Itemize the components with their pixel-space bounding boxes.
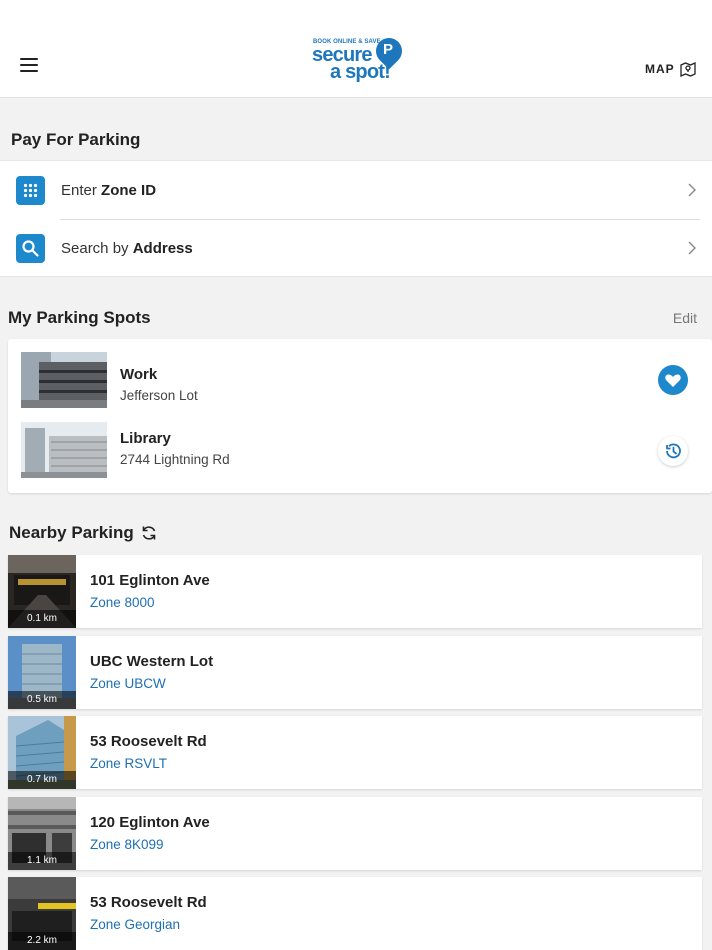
distance-badge: 0.1 km: [8, 610, 76, 628]
nearby-parking-title: Nearby Parking: [9, 523, 158, 543]
hamburger-menu-icon[interactable]: [20, 58, 40, 76]
logo-badge-letter: P: [383, 41, 394, 58]
parking-photo: 2.2 km: [8, 877, 76, 950]
nearby-parking-item[interactable]: 0.1 km 101 Eglinton Ave Zone 8000: [8, 555, 702, 628]
map-button[interactable]: MAP: [645, 61, 696, 77]
spot-name: Work: [120, 366, 158, 383]
parking-spot-item[interactable]: Work Jefferson Lot: [8, 345, 712, 415]
logo-word-aspot: a spot!: [330, 61, 391, 83]
parking-zone: Zone 8000: [90, 595, 155, 610]
nearby-parking-item[interactable]: 0.5 km UBC Western Lot Zone UBCW: [8, 636, 702, 709]
parking-zone: Zone 8K099: [90, 837, 164, 852]
pay-for-parking-title: Pay For Parking: [11, 130, 141, 149]
enter-zone-id-label: Enter Zone ID: [61, 182, 157, 199]
my-parking-spots-title: My Parking Spots: [8, 308, 151, 327]
parking-name: UBC Western Lot: [90, 653, 214, 670]
my-parking-spots-card: Work Jefferson Lot Library 2744 Lightnin…: [8, 339, 712, 493]
spot-photo: [21, 422, 107, 478]
pay-for-parking-card: Enter Zone ID Search by Address: [0, 160, 712, 277]
parking-name: 53 Roosevelt Rd: [90, 733, 207, 750]
parking-photo: 1.1 km: [8, 797, 76, 870]
parking-spot-item[interactable]: Library 2744 Lightning Rd: [8, 415, 712, 485]
app-logo: BOOK ONLINE & SAVE secure a spot! P: [310, 32, 408, 88]
heart-icon[interactable]: [658, 365, 688, 395]
parking-name: 101 Eglinton Ave: [90, 572, 210, 589]
history-icon[interactable]: [658, 436, 688, 466]
spot-location: 2744 Lightning Rd: [120, 452, 230, 467]
edit-spots-button[interactable]: Edit: [673, 310, 697, 326]
parking-name: 53 Roosevelt Rd: [90, 894, 207, 911]
distance-badge: 2.2 km: [8, 932, 76, 950]
distance-badge: 1.1 km: [8, 852, 76, 870]
search-icon: [16, 234, 45, 263]
nearby-parking-item[interactable]: 0.7 km 53 Roosevelt Rd Zone RSVLT: [8, 716, 702, 789]
app-header: BOOK ONLINE & SAVE secure a spot! P MAP: [0, 0, 712, 98]
map-icon: [680, 61, 696, 77]
parking-zone: Zone RSVLT: [90, 756, 168, 771]
spot-location: Jefferson Lot: [120, 388, 198, 403]
keypad-icon: [16, 176, 45, 205]
refresh-icon[interactable]: [140, 524, 158, 542]
nearby-parking-item[interactable]: 2.2 km 53 Roosevelt Rd Zone Georgian: [8, 877, 702, 950]
distance-badge: 0.5 km: [8, 691, 76, 709]
search-by-address-label: Search by Address: [61, 240, 193, 257]
chevron-right-icon: [688, 183, 696, 197]
spot-photo: [21, 352, 107, 408]
map-label: MAP: [645, 62, 675, 76]
parking-zone: Zone UBCW: [90, 676, 166, 691]
parking-photo: 0.7 km: [8, 716, 76, 789]
distance-badge: 0.7 km: [8, 771, 76, 789]
parking-photo: 0.5 km: [8, 636, 76, 709]
search-by-address-row[interactable]: Search by Address: [0, 220, 712, 277]
parking-zone: Zone Georgian: [90, 917, 181, 932]
nearby-parking-item[interactable]: 1.1 km 120 Eglinton Ave Zone 8K099: [8, 797, 702, 870]
parking-name: 120 Eglinton Ave: [90, 814, 210, 831]
chevron-right-icon: [688, 241, 696, 255]
nearby-parking-label: Nearby Parking: [9, 523, 134, 542]
parking-photo: 0.1 km: [8, 555, 76, 628]
enter-zone-id-row[interactable]: Enter Zone ID: [0, 162, 712, 219]
spot-name: Library: [120, 430, 171, 447]
